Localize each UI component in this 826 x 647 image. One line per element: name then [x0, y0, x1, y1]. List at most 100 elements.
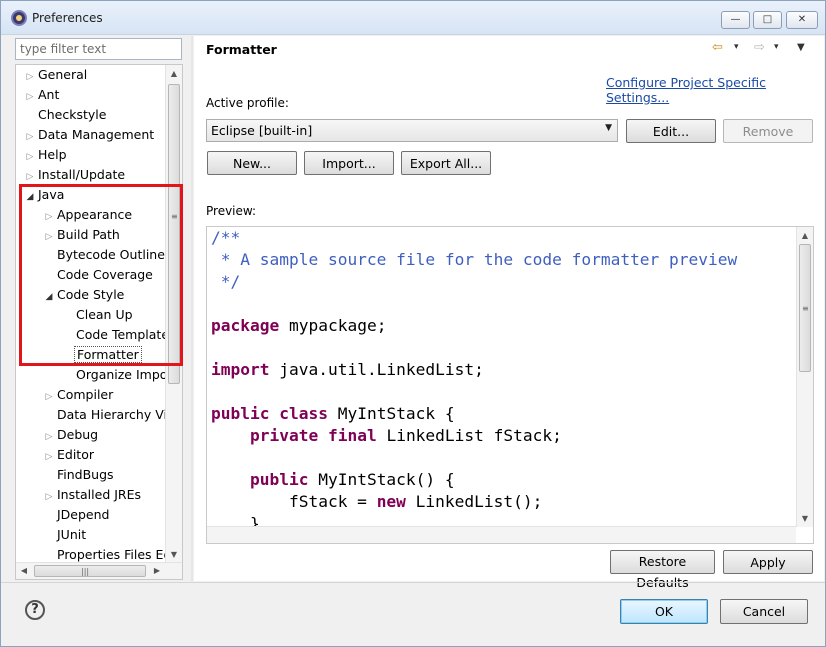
expand-arrow-icon[interactable]: ▷ [43, 447, 55, 467]
preferences-window: Preferences — □ ✕ ▷General▷AntCheckstyle… [0, 0, 826, 647]
grip-icon: ||| [81, 567, 90, 576]
tree-hscroll-thumb[interactable]: ||| [34, 565, 146, 577]
tree-item-checkstyle[interactable]: Checkstyle [24, 105, 108, 125]
code-comment: /** [211, 228, 241, 247]
import-button[interactable]: Import... [304, 151, 394, 175]
tree-item-label: Data Hierarchy View [57, 407, 166, 422]
scroll-right-arrow-icon[interactable]: ▶ [149, 563, 165, 579]
export-all-button[interactable]: Export All... [401, 151, 491, 175]
tree-item-organize-imports[interactable]: Organize Imports [62, 365, 166, 385]
page-title: Formatter [206, 42, 277, 57]
title-bar: Preferences — □ ✕ [1, 1, 825, 35]
tree-item-label: Compiler [57, 387, 114, 402]
tree-item-label: FindBugs [57, 467, 114, 482]
tree-item-data-hierarchy-view[interactable]: Data Hierarchy View [43, 405, 166, 425]
active-profile-label: Active profile: [206, 96, 289, 110]
code-keyword: import [211, 360, 270, 379]
window-title: Preferences [32, 11, 103, 25]
expand-arrow-icon[interactable]: ▷ [43, 487, 55, 507]
tree-item-label: Data Management [38, 127, 155, 142]
active-profile-value: Eclipse [built-in] [211, 123, 313, 138]
code-text: java.util.LinkedList; [269, 360, 484, 379]
tree-item-findbugs[interactable]: FindBugs [43, 465, 116, 485]
grip-icon: ≡ [802, 304, 809, 313]
preview-vertical-scrollbar[interactable]: ▲ ≡ ▼ [796, 227, 813, 527]
tree-item-jdepend[interactable]: JDepend [43, 505, 111, 525]
expand-arrow-icon[interactable]: ▷ [24, 127, 36, 147]
tree-item-label: JDepend [57, 507, 110, 522]
code-text: LinkedList fStack; [376, 426, 562, 445]
code-preview[interactable]: /** * A sample source file for the code … [206, 226, 814, 544]
code-line: } [211, 513, 796, 527]
new-profile-button[interactable]: New... [207, 151, 297, 175]
restore-defaults-button[interactable]: Restore Defaults [610, 550, 715, 590]
preview-label: Preview: [206, 204, 257, 218]
edit-button[interactable]: Edit... [626, 119, 716, 143]
code-text: MyIntStack() { [308, 470, 455, 489]
code-text: fStack = [211, 492, 377, 511]
help-icon[interactable]: ? [25, 600, 45, 620]
code-line: public MyIntStack() { [211, 469, 796, 491]
footer-divider [1, 582, 825, 583]
expand-arrow-icon[interactable]: ▷ [24, 87, 36, 107]
code-keyword: package [211, 316, 280, 335]
preview-scroll-thumb[interactable]: ≡ [799, 244, 811, 372]
panel-sash[interactable] [191, 36, 193, 581]
filter-input[interactable] [15, 38, 182, 60]
scroll-left-arrow-icon[interactable]: ◀ [16, 563, 32, 579]
tree-item-help[interactable]: ▷ Help [24, 145, 69, 165]
active-profile-select[interactable]: Eclipse [built-in] ▼ [206, 119, 618, 142]
tree-item-debug[interactable]: ▷ Debug [43, 425, 100, 445]
forward-history-dropdown-icon[interactable]: ▾ [774, 42, 779, 52]
tree-item-label: Installed JREs [57, 487, 142, 502]
back-history-dropdown-icon[interactable]: ▾ [734, 42, 739, 52]
expand-arrow-icon[interactable]: ▷ [43, 427, 55, 447]
tree-item-data-management[interactable]: ▷ Data Management [24, 125, 156, 145]
view-menu-icon[interactable]: ▼ [797, 42, 805, 53]
expand-arrow-icon[interactable]: ▷ [43, 387, 55, 407]
cancel-button[interactable]: Cancel [720, 599, 808, 624]
forward-arrow-icon[interactable]: ⇨ [754, 40, 765, 55]
expand-arrow-icon[interactable]: ▷ [24, 147, 36, 167]
scroll-up-arrow-icon[interactable]: ▲ [797, 227, 813, 244]
tree-item-install-update[interactable]: ▷ Install/Update [24, 165, 127, 185]
code-keyword: class [279, 404, 328, 423]
code-keyword: final [327, 426, 377, 445]
tree-item-ant[interactable]: ▷ Ant [24, 85, 61, 105]
maximize-button[interactable]: □ [753, 11, 782, 29]
expand-arrow-icon[interactable]: ▷ [24, 67, 36, 87]
code-line: package mypackage; [211, 315, 796, 337]
remove-button[interactable]: Remove [723, 119, 813, 143]
tree-item-installed-jres[interactable]: ▷ Installed JREs [43, 485, 143, 505]
configure-project-settings-link[interactable]: Configure Project Specific Settings... [606, 75, 824, 105]
code-text: LinkedList(); [405, 492, 543, 511]
tree-item-compiler[interactable]: ▷ Compiler [43, 385, 115, 405]
back-arrow-icon[interactable]: ⇦ [712, 40, 723, 55]
tree-horizontal-scrollbar[interactable]: ◀ ||| ▶ [16, 562, 182, 579]
scroll-up-arrow-icon[interactable]: ▲ [166, 65, 182, 82]
tree-item-editor[interactable]: ▷ Editor [43, 445, 96, 465]
code-keyword: private [249, 426, 319, 445]
apply-button[interactable]: Apply [723, 550, 813, 574]
tree-item-label: Organize Imports [76, 367, 166, 382]
code-keyword: public [249, 470, 309, 489]
code-text: mypackage; [279, 316, 387, 335]
close-button[interactable]: ✕ [786, 11, 818, 29]
tree-item-junit[interactable]: JUnit [43, 525, 88, 545]
code-line: private final LinkedList fStack; [211, 425, 796, 447]
tree-item-label: Install/Update [38, 167, 126, 182]
preview-horizontal-scrollbar[interactable] [207, 526, 796, 543]
tree-item-general[interactable]: ▷ General [24, 65, 89, 85]
tree-item-label: JUnit [57, 527, 87, 542]
scroll-down-arrow-icon[interactable]: ▼ [797, 510, 813, 527]
tree-item-properties-files-editor[interactable]: Properties Files Editor [43, 545, 166, 563]
ok-button[interactable]: OK [620, 599, 708, 624]
scroll-down-arrow-icon[interactable]: ▼ [166, 546, 182, 563]
minimize-button[interactable]: — [721, 11, 750, 29]
